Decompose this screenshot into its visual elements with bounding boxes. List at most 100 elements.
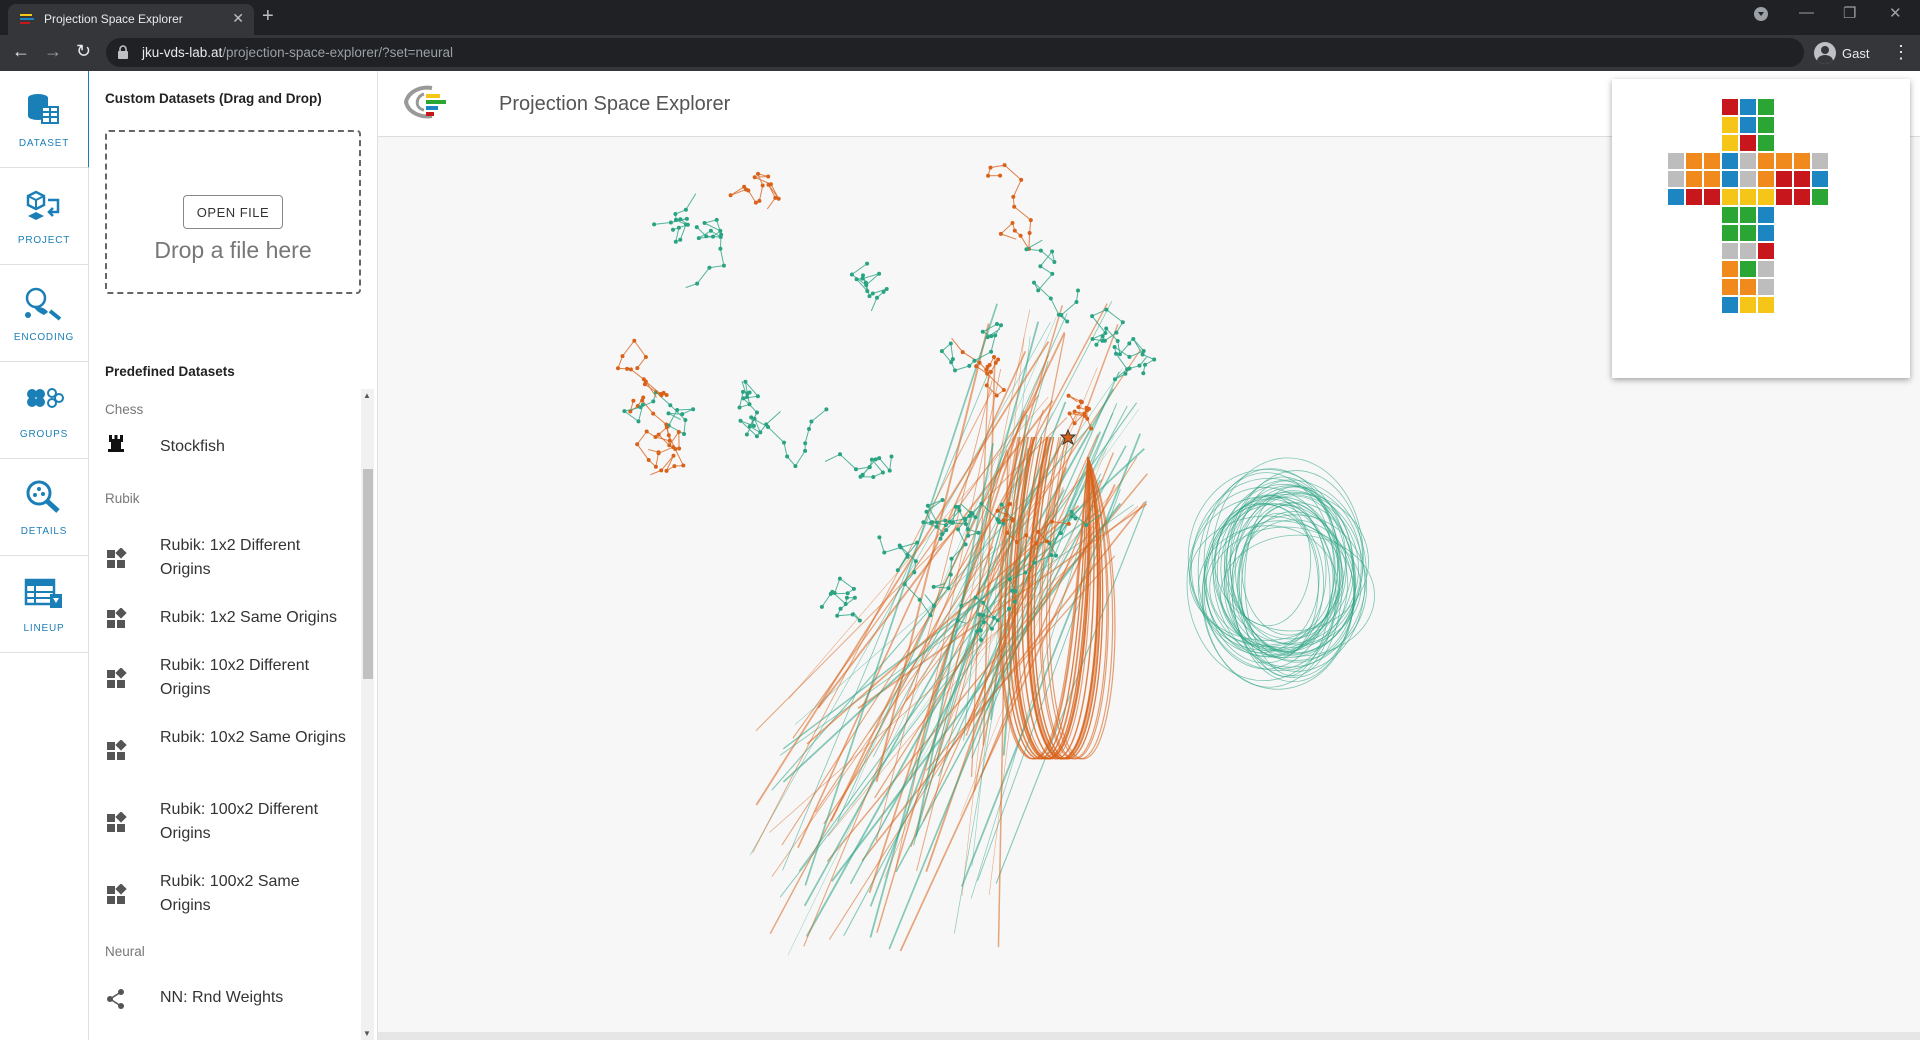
rail-item-project[interactable]: PROJECT bbox=[0, 168, 88, 265]
state-point[interactable] bbox=[702, 221, 707, 225]
state-point[interactable] bbox=[844, 595, 849, 600]
state-point[interactable] bbox=[925, 503, 930, 508]
state-point[interactable] bbox=[745, 391, 750, 396]
dataset-item-rubik-1x2-same[interactable]: Rubik: 1x2 Same Origins bbox=[105, 604, 365, 634]
state-point[interactable] bbox=[935, 520, 940, 525]
state-point[interactable] bbox=[881, 289, 886, 294]
state-point[interactable] bbox=[999, 502, 1004, 507]
state-point[interactable] bbox=[992, 615, 997, 620]
state-point[interactable] bbox=[988, 369, 993, 374]
state-point[interactable] bbox=[944, 528, 949, 533]
state-point[interactable] bbox=[803, 441, 808, 446]
state-point[interactable] bbox=[975, 629, 980, 634]
state-point[interactable] bbox=[1049, 553, 1054, 558]
state-point[interactable] bbox=[989, 626, 994, 631]
state-point[interactable] bbox=[851, 586, 856, 591]
state-point[interactable] bbox=[656, 432, 661, 437]
state-point[interactable] bbox=[988, 165, 993, 170]
state-point[interactable] bbox=[953, 368, 957, 373]
rail-item-groups[interactable]: GROUPS bbox=[0, 362, 88, 459]
state-point[interactable] bbox=[743, 379, 748, 384]
state-point[interactable] bbox=[828, 591, 833, 596]
state-point[interactable] bbox=[943, 523, 948, 528]
state-point[interactable] bbox=[1084, 405, 1089, 410]
minimize-icon[interactable]: — bbox=[1799, 4, 1814, 21]
state-point[interactable] bbox=[948, 341, 953, 346]
state-point[interactable] bbox=[1115, 339, 1120, 343]
state-point[interactable] bbox=[1076, 288, 1080, 293]
state-point[interactable] bbox=[1023, 570, 1028, 575]
open-file-button[interactable]: OPEN FILE bbox=[183, 195, 283, 229]
state-point[interactable] bbox=[1058, 531, 1063, 536]
state-point[interactable] bbox=[960, 350, 965, 355]
state-point[interactable] bbox=[939, 349, 944, 354]
state-point[interactable] bbox=[905, 552, 910, 557]
state-point[interactable] bbox=[747, 402, 752, 407]
state-point[interactable] bbox=[849, 272, 854, 277]
state-point[interactable] bbox=[921, 520, 926, 525]
state-point[interactable] bbox=[659, 468, 664, 473]
state-point[interactable] bbox=[1069, 514, 1074, 519]
state-point[interactable] bbox=[865, 289, 870, 294]
state-point[interactable] bbox=[646, 458, 651, 462]
state-point[interactable] bbox=[636, 419, 641, 424]
state-point[interactable] bbox=[1066, 521, 1071, 526]
state-point[interactable] bbox=[752, 175, 757, 180]
state-point[interactable] bbox=[1089, 426, 1094, 431]
state-point[interactable] bbox=[683, 207, 688, 212]
state-point[interactable] bbox=[622, 409, 627, 414]
rail-item-dataset[interactable]: DATASET bbox=[0, 71, 90, 168]
state-point[interactable] bbox=[641, 395, 646, 400]
state-point[interactable] bbox=[1074, 300, 1079, 304]
state-point[interactable] bbox=[671, 227, 675, 232]
state-point[interactable] bbox=[714, 217, 719, 222]
state-point[interactable] bbox=[684, 216, 689, 221]
state-point[interactable] bbox=[1038, 248, 1043, 253]
dataset-item-rubik-10x2-same[interactable]: Rubik: 10x2 Same Origins bbox=[105, 726, 365, 776]
state-point[interactable] bbox=[672, 464, 677, 469]
profile-button[interactable]: Gast bbox=[1814, 41, 1869, 65]
state-point[interactable] bbox=[754, 434, 759, 439]
state-point[interactable] bbox=[985, 371, 990, 376]
state-point[interactable] bbox=[880, 470, 885, 475]
state-point[interactable] bbox=[747, 424, 752, 429]
state-point[interactable] bbox=[924, 509, 929, 514]
state-point[interactable] bbox=[965, 527, 970, 532]
state-point[interactable] bbox=[628, 367, 633, 372]
state-point[interactable] bbox=[1112, 345, 1117, 349]
state-point[interactable] bbox=[963, 517, 968, 522]
state-point[interactable] bbox=[887, 468, 892, 473]
state-point[interactable] bbox=[950, 357, 955, 362]
state-point[interactable] bbox=[1137, 363, 1142, 368]
state-point[interactable] bbox=[956, 505, 961, 509]
state-point[interactable] bbox=[869, 457, 874, 462]
state-point[interactable] bbox=[1141, 349, 1146, 353]
state-point[interactable] bbox=[707, 265, 712, 270]
state-point[interactable] bbox=[940, 532, 945, 537]
state-point[interactable] bbox=[696, 236, 701, 241]
state-point[interactable] bbox=[1072, 421, 1077, 426]
state-point[interactable] bbox=[978, 628, 983, 633]
state-point[interactable] bbox=[718, 228, 723, 233]
state-point[interactable] bbox=[993, 333, 998, 338]
state-point[interactable] bbox=[850, 612, 855, 617]
state-point[interactable] bbox=[757, 198, 762, 203]
state-point[interactable] bbox=[913, 559, 918, 564]
state-point[interactable] bbox=[852, 595, 857, 600]
dataset-item-rubik-100x2-different[interactable]: Rubik: 100x2 Different Origins bbox=[105, 798, 365, 848]
state-point[interactable] bbox=[1050, 519, 1054, 524]
browser-menu-icon[interactable]: ⋮ bbox=[1892, 42, 1910, 63]
state-point[interactable] bbox=[651, 399, 656, 404]
state-point[interactable] bbox=[981, 613, 986, 618]
state-point[interactable] bbox=[845, 591, 850, 596]
state-point[interactable] bbox=[656, 451, 661, 456]
state-point[interactable] bbox=[946, 586, 951, 591]
state-point[interactable] bbox=[809, 419, 814, 424]
dataset-item-rubik-100x2-same[interactable]: Rubik: 100x2 Same Origins bbox=[105, 870, 365, 920]
state-point[interactable] bbox=[970, 511, 975, 516]
state-point[interactable] bbox=[671, 453, 676, 458]
state-point[interactable] bbox=[867, 294, 872, 299]
state-point[interactable] bbox=[932, 603, 936, 608]
state-point[interactable] bbox=[996, 357, 1001, 362]
state-point[interactable] bbox=[1027, 231, 1032, 235]
